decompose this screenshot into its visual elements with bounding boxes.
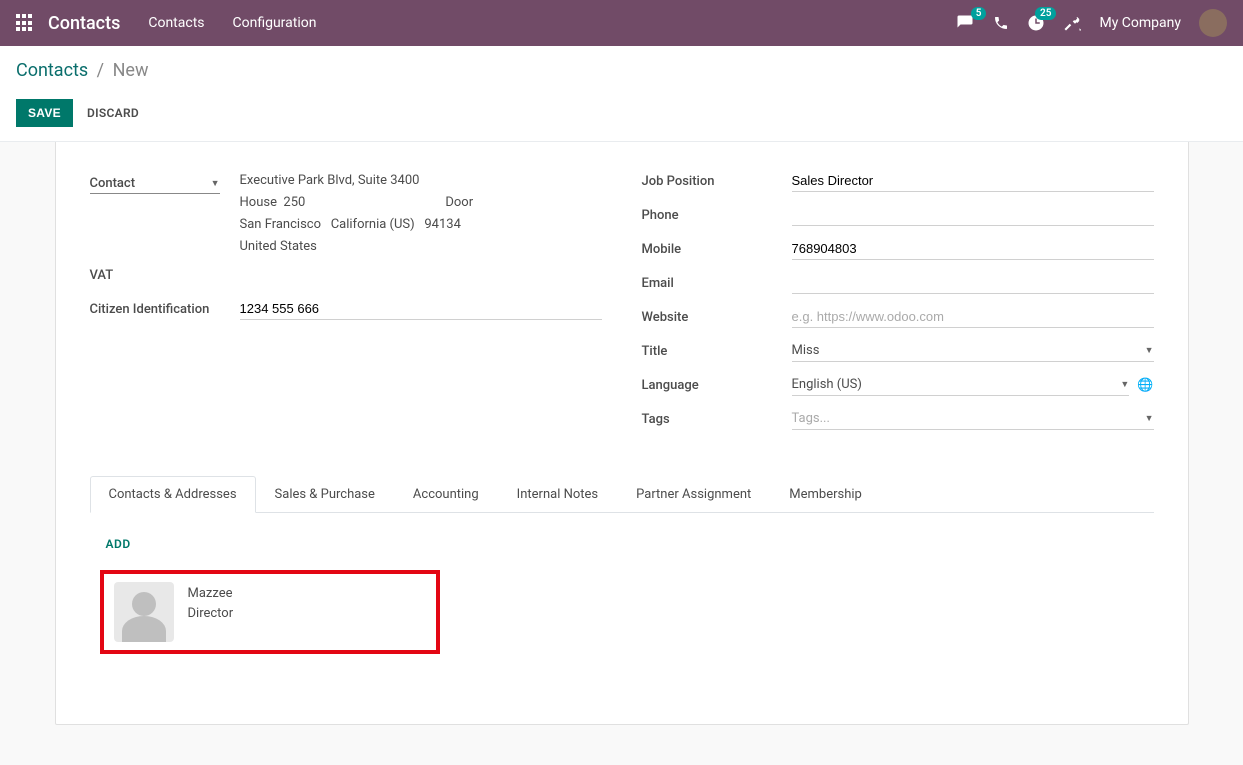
tab-membership[interactable]: Membership xyxy=(770,476,881,513)
activity-badge: 25 xyxy=(1035,7,1056,20)
tab-internal-notes[interactable]: Internal Notes xyxy=(498,476,617,513)
address-block[interactable]: Executive Park Blvd, Suite 3400 House 25… xyxy=(240,170,602,258)
breadcrumb: Contacts / New xyxy=(16,60,1227,81)
tags-label: Tags xyxy=(642,408,792,427)
contact-type-value: Contact xyxy=(90,176,136,191)
chevron-down-icon: ▼ xyxy=(211,178,220,189)
save-button[interactable]: SAVE xyxy=(16,99,73,127)
language-label: Language xyxy=(642,374,792,393)
phone-icon[interactable] xyxy=(993,15,1009,31)
avatar-placeholder-icon xyxy=(114,582,174,642)
tabs: Contacts & Addresses Sales & Purchase Ac… xyxy=(90,476,1154,513)
tab-partner-assignment[interactable]: Partner Assignment xyxy=(617,476,770,513)
address-country: United States xyxy=(240,236,602,258)
add-button[interactable]: ADD xyxy=(106,537,131,551)
company-name[interactable]: My Company xyxy=(1099,15,1181,31)
activity-icon[interactable]: 25 xyxy=(1027,14,1045,32)
tags-placeholder: Tags... xyxy=(792,411,830,426)
apps-icon[interactable] xyxy=(16,14,34,32)
discuss-badge: 5 xyxy=(971,7,987,20)
user-avatar[interactable] xyxy=(1199,9,1227,37)
chevron-down-icon: ▼ xyxy=(1120,379,1129,390)
title-value: Miss xyxy=(792,343,820,358)
website-input[interactable] xyxy=(792,306,1154,328)
discard-button[interactable]: DISCARD xyxy=(87,106,139,120)
menu-configuration[interactable]: Configuration xyxy=(233,15,317,31)
control-panel: Contacts / New SAVE DISCARD xyxy=(0,46,1243,142)
tab-body: ADD Mazzee Director xyxy=(90,513,1154,684)
phone-input[interactable] xyxy=(792,204,1154,226)
mobile-input[interactable] xyxy=(792,238,1154,260)
address-city: San Francisco xyxy=(240,217,322,232)
language-select[interactable]: English (US) ▼ xyxy=(792,374,1130,396)
tab-sales-purchase[interactable]: Sales & Purchase xyxy=(256,476,394,513)
address-street: Executive Park Blvd, Suite 3400 xyxy=(240,170,602,192)
contact-card-role: Director xyxy=(188,604,234,624)
job-input[interactable] xyxy=(792,170,1154,192)
email-input[interactable] xyxy=(792,272,1154,294)
topbar: Contacts Contacts Configuration 5 25 My … xyxy=(0,0,1243,46)
contact-card[interactable]: Mazzee Director xyxy=(100,570,440,654)
app-brand: Contacts xyxy=(48,13,120,34)
settings-icon[interactable] xyxy=(1063,14,1081,32)
door-label: Door xyxy=(445,192,473,214)
breadcrumb-current: New xyxy=(113,60,149,81)
vat-label: VAT xyxy=(90,264,240,283)
tab-accounting[interactable]: Accounting xyxy=(394,476,498,513)
house-label: House xyxy=(240,195,277,210)
chevron-down-icon: ▼ xyxy=(1145,345,1154,356)
top-menu: Contacts Configuration xyxy=(148,15,316,31)
form-sheet: Contact ▼ Executive Park Blvd, Suite 340… xyxy=(55,142,1189,725)
contact-card-name: Mazzee xyxy=(188,584,234,604)
discuss-icon[interactable]: 5 xyxy=(955,14,975,32)
phone-label: Phone xyxy=(642,204,792,223)
tab-contacts-addresses[interactable]: Contacts & Addresses xyxy=(90,476,256,513)
citizen-id-input[interactable] xyxy=(240,298,602,320)
language-value: English (US) xyxy=(792,377,862,392)
job-label: Job Position xyxy=(642,170,792,189)
address-zip: 94134 xyxy=(424,217,461,232)
breadcrumb-root[interactable]: Contacts xyxy=(16,60,88,81)
citizen-id-label: Citizen Identification xyxy=(90,298,240,317)
tags-select[interactable]: Tags... ▼ xyxy=(792,408,1154,430)
title-label: Title xyxy=(642,340,792,359)
website-label: Website xyxy=(642,306,792,325)
chevron-down-icon: ▼ xyxy=(1145,413,1154,424)
house-value: 250 xyxy=(283,195,305,210)
email-label: Email xyxy=(642,272,792,291)
globe-icon[interactable]: 🌐 xyxy=(1137,378,1153,393)
address-state: California (US) xyxy=(331,217,415,232)
menu-contacts[interactable]: Contacts xyxy=(148,15,204,31)
contact-type-select[interactable]: Contact ▼ xyxy=(90,174,220,194)
title-select[interactable]: Miss ▼ xyxy=(792,340,1154,362)
mobile-label: Mobile xyxy=(642,238,792,257)
